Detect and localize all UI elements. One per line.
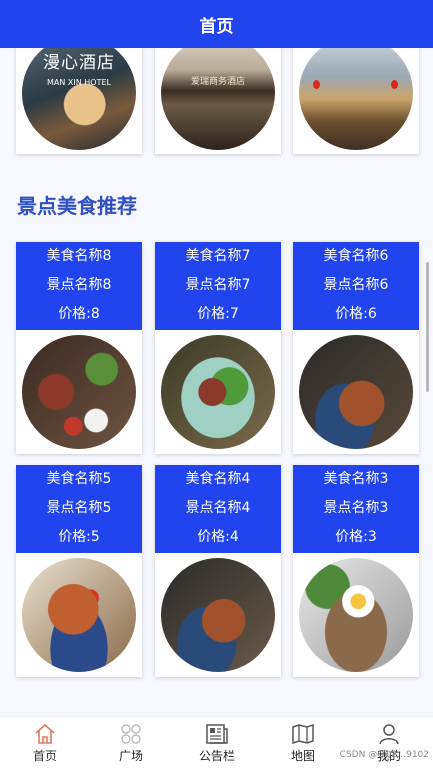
food-card[interactable]: 美食名称3 景点名称3 价格:3 (293, 465, 419, 677)
top-bar: 首页 (0, 0, 433, 48)
tab-mine[interactable]: 我的 (346, 717, 432, 768)
food-name: 美食名称3 (323, 471, 389, 487)
food-image (22, 558, 136, 672)
tab-map[interactable]: 地图 (260, 717, 346, 768)
hotel-card[interactable]: 漫心酒店 MAN XIN HOTEL (16, 48, 142, 154)
food-info: 美食名称7 景点名称7 价格:7 (155, 242, 281, 330)
food-card[interactable]: 美食名称6 景点名称6 价格:6 (293, 242, 419, 454)
page-title: 首页 (199, 16, 234, 37)
tab-label: 广场 (118, 749, 143, 763)
tab-label: 地图 (290, 749, 315, 763)
food-name: 美食名称6 (323, 248, 389, 264)
food-card[interactable]: 美食名称4 景点名称4 价格:4 (155, 465, 281, 677)
tab-notice[interactable]: 公告栏 (174, 717, 260, 768)
spot-name: 景点名称7 (185, 277, 251, 293)
home-icon (35, 723, 55, 744)
scrollbar[interactable] (426, 262, 429, 392)
spot-name: 景点名称6 (323, 277, 389, 293)
tab-label: 公告栏 (198, 749, 235, 763)
bottom-tab-bar: 首页 广场 公告栏 地图 我的 (0, 716, 433, 768)
tab-home[interactable]: 首页 (2, 717, 88, 768)
spot-name: 景点名称8 (46, 277, 112, 293)
hotel-image (299, 48, 413, 150)
food-info: 美食名称6 景点名称6 价格:6 (293, 242, 419, 330)
food-image (161, 335, 275, 449)
price: 价格:7 (197, 306, 239, 322)
tab-square[interactable]: 广场 (88, 717, 174, 768)
map-icon (292, 723, 314, 745)
watermark: CSDN @QQ2…9102 (339, 750, 429, 760)
price: 价格:4 (197, 529, 239, 545)
hotel-sign: 爱瑞商务酒店 (190, 77, 245, 87)
food-image (299, 558, 413, 672)
price: 价格:3 (335, 529, 377, 545)
hotel-sign-small: MAN XIN HOTEL (47, 78, 111, 87)
main-content[interactable]: 漫心酒店 MAN XIN HOTEL 爱瑞商务酒店 景点美食推荐 美食名称8 景… (0, 48, 433, 716)
hotel-image: 漫心酒店 MAN XIN HOTEL (22, 48, 136, 150)
food-info: 美食名称4 景点名称4 价格:4 (155, 465, 281, 553)
food-name: 美食名称4 (185, 471, 251, 487)
food-card[interactable]: 美食名称5 景点名称5 价格:5 (16, 465, 142, 677)
hotel-image: 爱瑞商务酒店 (161, 48, 275, 150)
food-name: 美食名称8 (46, 248, 112, 264)
food-info: 美食名称8 景点名称8 价格:8 (16, 242, 142, 330)
food-card[interactable]: 美食名称7 景点名称7 价格:7 (155, 242, 281, 454)
food-card[interactable]: 美食名称8 景点名称8 价格:8 (16, 242, 142, 454)
food-image (22, 335, 136, 449)
food-info: 美食名称5 景点名称5 价格:5 (16, 465, 142, 553)
price: 价格:5 (58, 529, 100, 545)
spot-name: 景点名称5 (46, 500, 112, 516)
food-info: 美食名称3 景点名称3 价格:3 (293, 465, 419, 553)
food-image (299, 335, 413, 449)
food-name: 美食名称5 (46, 471, 112, 487)
section-title: 景点美食推荐 (17, 194, 137, 218)
hotel-card[interactable]: 爱瑞商务酒店 (155, 48, 281, 154)
grid-icon (121, 724, 141, 744)
price: 价格:6 (335, 306, 377, 322)
price: 价格:8 (58, 306, 100, 322)
hotel-card[interactable] (293, 48, 419, 154)
food-name: 美食名称7 (185, 248, 251, 264)
spot-name: 景点名称4 (185, 500, 251, 516)
user-icon (379, 724, 399, 745)
tab-label: 首页 (32, 749, 57, 763)
spot-name: 景点名称3 (323, 500, 389, 516)
news-icon (206, 724, 228, 744)
food-image (161, 558, 275, 672)
hotel-sign: 漫心酒店 (43, 53, 115, 73)
